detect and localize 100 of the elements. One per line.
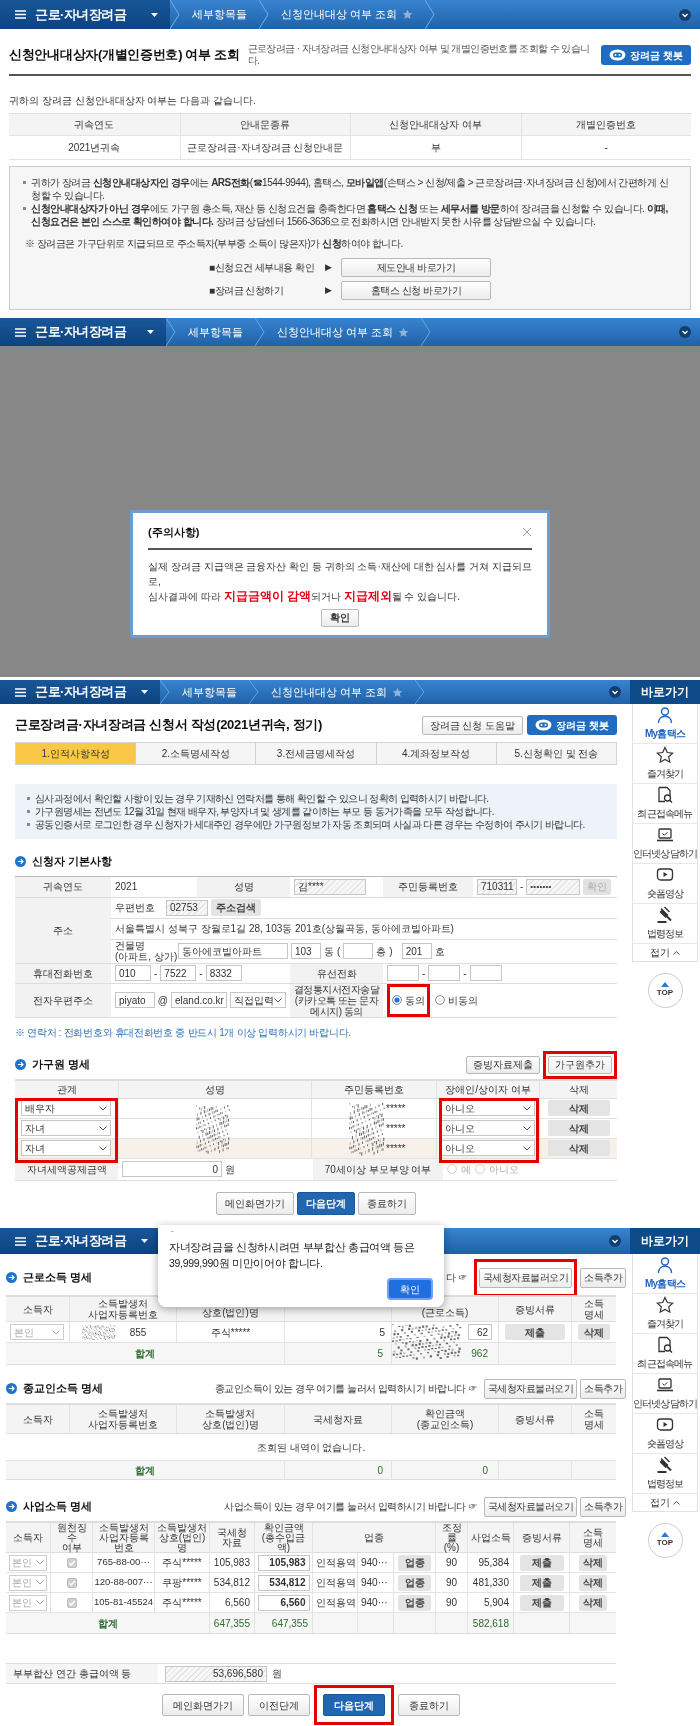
action-button[interactable]: 다음단계 <box>297 1191 355 1215</box>
quick-menu-item[interactable]: 숏폼영상 <box>633 1414 697 1454</box>
select-field[interactable]: 아니오 <box>441 1140 535 1156</box>
star-icon[interactable] <box>392 686 404 698</box>
quick-menu-item[interactable]: 법령정보 <box>633 904 697 944</box>
input-field[interactable]: eland.co.kr <box>171 992 227 1008</box>
table-action-button[interactable]: 소득추가 <box>580 1267 626 1288</box>
quick-menu-item[interactable]: 최근접속메뉴 <box>633 1334 697 1374</box>
delete-button[interactable]: 삭제 <box>579 1554 607 1571</box>
checkbox[interactable] <box>66 1577 77 1588</box>
quick-menu-item[interactable]: 즐겨찾기 <box>633 744 697 784</box>
step-tab[interactable]: 4.계좌정보작성 <box>376 743 497 764</box>
select-field[interactable]: 아니오 <box>441 1120 535 1136</box>
address-search-button[interactable]: 주소검색 <box>211 899 261 916</box>
collapse-button[interactable]: 접기 <box>633 1494 697 1511</box>
quick-menu-item[interactable]: 인터넷상담하기 <box>633 824 697 864</box>
input-field[interactable] <box>469 965 502 981</box>
radio-button[interactable] <box>392 995 402 1005</box>
select-field[interactable]: 자녀 <box>21 1120 111 1136</box>
input-field[interactable]: 105,983 <box>257 1554 310 1571</box>
input-field[interactable]: 김**** <box>294 878 366 895</box>
step-tab[interactable]: 5.신청확인 및 전송 <box>496 743 616 764</box>
menu-icon[interactable] <box>15 10 26 19</box>
action-button[interactable]: 메인화면가기 <box>216 1191 294 1215</box>
menu-title[interactable]: 근로·자녀장려금 <box>35 4 127 25</box>
action-button[interactable]: 이전단계 <box>248 1694 310 1716</box>
link-button[interactable]: 제도안내 바로가기 <box>341 258 491 277</box>
chevron-down-icon[interactable] <box>679 326 691 338</box>
input-field[interactable]: 0 <box>122 1161 222 1177</box>
quick-menu-item[interactable]: My홈택스 <box>633 1254 697 1294</box>
caret-icon[interactable] <box>141 690 148 694</box>
delete-button[interactable]: 삭제 <box>579 1594 607 1611</box>
submit-button[interactable]: 제출 <box>519 1554 564 1571</box>
input-field[interactable]: 02753 <box>166 899 208 916</box>
input-field[interactable] <box>343 943 374 959</box>
action-button[interactable]: 종료하기 <box>398 1694 460 1716</box>
checkbox[interactable] <box>66 1597 77 1608</box>
input-field[interactable]: 103 <box>291 943 321 959</box>
radio-button[interactable] <box>435 995 445 1005</box>
help-button[interactable]: 장려금 신청 도움말 <box>421 715 524 735</box>
breadcrumb-link[interactable]: 세부항목들 <box>192 6 247 23</box>
input-field[interactable]: 62 <box>468 1324 492 1340</box>
action-button[interactable]: 다음단계 <box>323 1694 385 1716</box>
select-field[interactable]: 직접입력 <box>230 992 286 1008</box>
breadcrumb-link[interactable]: 신청안내대상 여부 조회 <box>271 683 388 701</box>
input-field[interactable]: 010 <box>115 965 151 981</box>
chatbot-button[interactable]: 장려금 챗봇 <box>527 715 617 735</box>
top-button[interactable]: TOP <box>647 973 683 1008</box>
submit-button[interactable]: 제출 <box>505 1324 565 1340</box>
input-field[interactable]: 53,696,580 <box>165 1665 267 1682</box>
link-button[interactable]: 홈택스 신청 바로가기 <box>341 281 491 300</box>
step-tab[interactable]: 2.소득명세작성 <box>136 743 257 764</box>
caret-icon[interactable] <box>151 12 158 17</box>
delete-button[interactable]: 삭제 <box>578 1324 610 1340</box>
input-field[interactable]: 710311 <box>477 878 517 895</box>
input-field[interactable]: 534,812 <box>257 1574 310 1591</box>
step-tab[interactable]: 3.전세금명세작성 <box>256 743 377 764</box>
input-field[interactable]: 6,560 <box>257 1594 310 1611</box>
top-button[interactable]: TOP <box>647 1523 683 1558</box>
table-action-button[interactable]: 국세청자료불러오기 <box>483 1496 577 1517</box>
input-field[interactable] <box>428 965 461 981</box>
quick-menu-item[interactable]: My홈택스 <box>633 704 697 744</box>
quick-menu-item[interactable]: 최근접속메뉴 <box>633 784 697 824</box>
quick-menu-item[interactable]: 법령정보 <box>633 1454 697 1494</box>
input-field[interactable]: 201 <box>401 943 432 959</box>
chevron-down-icon[interactable] <box>679 8 691 21</box>
chevron-down-icon[interactable] <box>609 1235 621 1247</box>
submit-button[interactable]: 제출 <box>519 1574 564 1591</box>
industry-button[interactable]: 업종 <box>398 1554 431 1571</box>
confirm-button[interactable]: 확인 <box>387 1278 433 1300</box>
star-icon[interactable] <box>402 9 414 20</box>
menu-icon[interactable] <box>15 1236 26 1246</box>
quick-menu-item[interactable]: 숏폼영상 <box>633 864 697 904</box>
delete-button[interactable]: 삭제 <box>579 1574 607 1591</box>
delete-button[interactable]: 삭제 <box>547 1140 610 1156</box>
close-icon[interactable] <box>522 527 532 538</box>
menu-icon[interactable] <box>15 327 26 337</box>
menu-title[interactable]: 근로·자녀장려금 <box>35 322 127 342</box>
breadcrumb-link[interactable]: 신청안내대상 여부 조회 <box>277 323 394 341</box>
action-button[interactable]: 메인화면가기 <box>162 1694 244 1716</box>
menu-title[interactable]: 근로·자녀장려금 <box>35 1231 127 1251</box>
radio-button[interactable] <box>475 1164 485 1174</box>
breadcrumb-link[interactable]: 세부항목들 <box>188 323 243 341</box>
input-field[interactable]: 동아에코빌아파트 <box>178 943 288 959</box>
menu-title[interactable]: 근로·자녀장려금 <box>35 682 127 702</box>
input-field[interactable]: piyato <box>115 992 155 1008</box>
industry-button[interactable]: 업종 <box>398 1594 431 1611</box>
step-tab[interactable]: 1.인적사항작성 <box>16 743 137 764</box>
table-action-button[interactable]: 증빙자료제출 <box>466 1055 540 1074</box>
checkbox[interactable] <box>66 1557 77 1568</box>
select-field[interactable]: 자녀 <box>21 1140 111 1156</box>
quick-menu-item[interactable]: 인터넷상담하기 <box>633 1374 697 1414</box>
chevron-down-icon[interactable] <box>609 686 621 698</box>
delete-button[interactable]: 삭제 <box>547 1120 610 1136</box>
collapse-button[interactable]: 접기 <box>633 944 697 961</box>
delete-button[interactable]: 삭제 <box>547 1100 610 1116</box>
breadcrumb-link[interactable]: 신청안내대상 여부 조회 <box>281 6 398 23</box>
caret-icon[interactable] <box>147 330 154 334</box>
star-icon[interactable] <box>398 326 410 338</box>
breadcrumb-link[interactable]: 세부항목들 <box>182 683 237 701</box>
